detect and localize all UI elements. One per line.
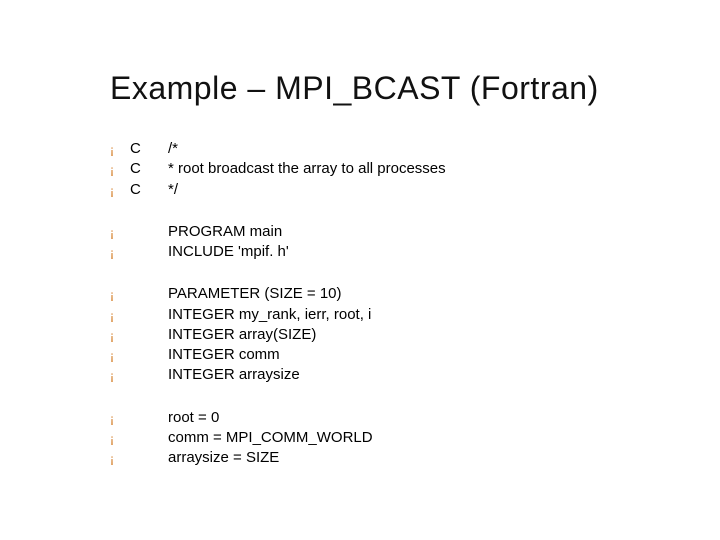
bullet-icon: ¡	[110, 159, 130, 178]
code-group: ¡ PARAMETER (SIZE = 10) ¡ INTEGER my_rank, …	[110, 284, 660, 385]
line-code: comm = MPI_COMM_WORLD	[168, 428, 373, 448]
line-code: * root broadcast the array to all proces…	[168, 159, 446, 179]
line-prefix: C	[130, 139, 168, 159]
line-code: root = 0	[168, 408, 219, 428]
code-line: ¡C/*	[110, 139, 660, 159]
bullet-icon: ¡	[110, 408, 130, 427]
code-line: ¡ PROGRAM main	[110, 222, 660, 242]
code-line: ¡ PARAMETER (SIZE = 10)	[110, 284, 660, 304]
bullet-icon: ¡	[110, 222, 130, 241]
code-line: ¡ comm = MPI_COMM_WORLD	[110, 428, 660, 448]
line-code: INTEGER array(SIZE)	[168, 325, 316, 345]
bullet-icon: ¡	[110, 428, 130, 447]
slide-title: Example – MPI_BCAST (Fortran)	[110, 70, 660, 107]
line-code: INTEGER comm	[168, 345, 280, 365]
line-code: INTEGER my_rank, ierr, root, i	[168, 305, 371, 325]
bullet-icon: ¡	[110, 345, 130, 364]
line-code: PARAMETER (SIZE = 10)	[168, 284, 342, 304]
code-listing: ¡C/*¡C* root broadcast the array to all …	[110, 139, 660, 468]
bullet-icon: ¡	[110, 305, 130, 324]
bullet-icon: ¡	[110, 284, 130, 303]
bullet-icon: ¡	[110, 180, 130, 199]
line-code: arraysize = SIZE	[168, 448, 279, 468]
code-line: ¡ INCLUDE 'mpif. h'	[110, 242, 660, 262]
line-code: /*	[168, 139, 178, 159]
line-code: PROGRAM main	[168, 222, 282, 242]
bullet-icon: ¡	[110, 365, 130, 384]
code-group: ¡ root = 0 ¡ comm = MPI_COMM_WORLD ¡ arraysiz…	[110, 408, 660, 469]
code-group: ¡ PROGRAM main ¡ INCLUDE 'mpif. h'	[110, 222, 660, 263]
code-line: ¡ INTEGER my_rank, ierr, root, i	[110, 305, 660, 325]
bullet-icon: ¡	[110, 139, 130, 158]
bullet-icon: ¡	[110, 242, 130, 261]
code-line: ¡C*/	[110, 180, 660, 200]
code-line: ¡C* root broadcast the array to all proc…	[110, 159, 660, 179]
line-code: INTEGER arraysize	[168, 365, 300, 385]
code-line: ¡ INTEGER array(SIZE)	[110, 325, 660, 345]
line-prefix: C	[130, 180, 168, 200]
slide: Example – MPI_BCAST (Fortran) ¡C/*¡C* ro…	[0, 0, 720, 540]
bullet-icon: ¡	[110, 448, 130, 467]
code-line: ¡ INTEGER arraysize	[110, 365, 660, 385]
bullet-icon: ¡	[110, 325, 130, 344]
code-line: ¡ INTEGER comm	[110, 345, 660, 365]
line-prefix: C	[130, 159, 168, 179]
line-code: INCLUDE 'mpif. h'	[168, 242, 289, 262]
code-group: ¡C/*¡C* root broadcast the array to all …	[110, 139, 660, 200]
line-code: */	[168, 180, 178, 200]
code-line: ¡ root = 0	[110, 408, 660, 428]
code-line: ¡ arraysize = SIZE	[110, 448, 660, 468]
